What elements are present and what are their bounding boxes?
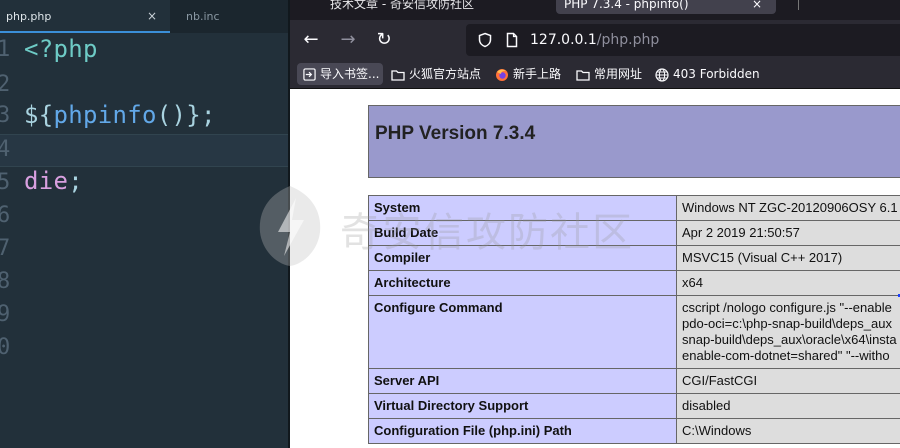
row-key: System bbox=[368, 195, 677, 221]
row-key: Virtual Directory Support bbox=[368, 393, 677, 419]
browser-tab-strip: 技术文章 - 奇安信攻防社区 PHP 7.3.4 - phpinfo() × bbox=[290, 0, 900, 20]
bookmark-common-sites[interactable]: 常用网址 bbox=[576, 63, 642, 85]
code-token: $ bbox=[24, 101, 39, 129]
line-number: 8 bbox=[0, 269, 11, 294]
row-value-line: cscript /nologo configure.js "--enable bbox=[682, 300, 892, 315]
line-number: 4 bbox=[0, 137, 11, 162]
editor-tab-label: php.php bbox=[6, 10, 52, 23]
row-value-line: enable-com-dotnet=shared" "--witho bbox=[682, 348, 890, 363]
browser-tab-label: 技术文章 - 奇安信攻防社区 bbox=[330, 0, 474, 11]
close-icon[interactable]: × bbox=[752, 0, 762, 10]
line-number: 7 bbox=[0, 236, 11, 261]
row-key: Server API bbox=[368, 368, 677, 394]
line-number: 5 bbox=[0, 170, 11, 195]
line-number: 0 bbox=[0, 335, 11, 360]
browser-window: 技术文章 - 奇安信攻防社区 PHP 7.3.4 - phpinfo() × ←… bbox=[290, 0, 900, 448]
firefox-icon bbox=[496, 68, 508, 81]
url-host: 127.0.0.1 bbox=[530, 32, 597, 48]
table-row: Compiler MSVC15 (Visual C++ 2017) bbox=[368, 245, 900, 271]
row-key: Configure Command bbox=[368, 295, 677, 369]
line-number: 9 bbox=[0, 302, 11, 327]
editor-tab-bar: php.php × nb.inc bbox=[0, 0, 288, 33]
row-value: C:\Windows bbox=[676, 418, 900, 444]
row-value: x64 bbox=[676, 270, 900, 296]
table-row: Architecture x64 bbox=[368, 270, 900, 296]
browser-tab-label: PHP 7.3.4 - phpinfo() bbox=[564, 0, 689, 11]
bookmark-getting-started[interactable]: 新手上路 bbox=[495, 63, 561, 85]
code-line-3[interactable]: ${phpinfo()}; bbox=[24, 101, 216, 129]
row-value: cscript /nologo configure.js "--enable p… bbox=[676, 295, 900, 369]
table-row: Build Date Apr 2 2019 21:50:57 bbox=[368, 220, 900, 246]
address-bar[interactable]: 127.0.0.1/php.php bbox=[466, 24, 900, 56]
back-button[interactable]: ← bbox=[299, 28, 323, 52]
bookmark-label: 常用网址 bbox=[594, 67, 643, 81]
line-number: 2 bbox=[0, 72, 11, 97]
code-token: }; bbox=[186, 101, 216, 129]
code-token: { bbox=[38, 101, 54, 129]
code-editor: php.php × nb.inc 1 2 3 4 5 6 7 8 9 0 <?p… bbox=[0, 0, 288, 448]
editor-tab-inc[interactable]: nb.inc bbox=[170, 0, 288, 33]
shield-icon[interactable] bbox=[477, 32, 493, 48]
row-value: disabled bbox=[676, 393, 900, 419]
bookmark-label: 403 Forbidden bbox=[673, 67, 760, 81]
table-row: Server API CGI/FastCGI bbox=[368, 368, 900, 394]
bookmark-403-forbidden[interactable]: 403 Forbidden bbox=[655, 63, 760, 85]
row-value: CGI/FastCGI bbox=[676, 368, 900, 394]
php-version-header: PHP Version 7.3.4 bbox=[368, 105, 900, 178]
phpinfo-table: System Windows NT ZGC-20120906OSY 6.1 bu… bbox=[368, 195, 900, 444]
editor-tab-label: nb.inc bbox=[186, 10, 220, 23]
current-line-highlight bbox=[0, 134, 288, 167]
browser-tab-articles[interactable]: 技术文章 - 奇安信攻防社区 bbox=[330, 0, 560, 14]
table-row: System Windows NT ZGC-20120906OSY 6.1 bu bbox=[368, 195, 900, 221]
tab-separator bbox=[798, 0, 799, 10]
page-icon[interactable] bbox=[504, 32, 520, 48]
navigation-toolbar: ← → ↻ 127.0.0.1/php.php bbox=[290, 20, 900, 60]
row-value-line: snap-build\deps_aux\oracle\x64\insta bbox=[682, 332, 897, 347]
bookmark-label: 新手上路 bbox=[513, 67, 562, 81]
forward-button[interactable]: → bbox=[336, 28, 360, 52]
code-token: () bbox=[156, 101, 187, 129]
row-value: Windows NT ZGC-20120906OSY 6.1 bu bbox=[676, 195, 900, 221]
globe-icon bbox=[655, 67, 669, 82]
row-value: Apr 2 2019 21:50:57 bbox=[676, 220, 900, 246]
row-key: Architecture bbox=[368, 270, 677, 296]
browser-tab-phpinfo[interactable]: PHP 7.3.4 - phpinfo() × bbox=[556, 0, 776, 14]
bookmark-import[interactable]: 导入书签... bbox=[297, 63, 383, 85]
bookmark-firefox-site[interactable]: 火狐官方站点 bbox=[391, 63, 481, 85]
line-number: 1 bbox=[0, 37, 11, 62]
folder-icon bbox=[391, 69, 405, 81]
code-line-5[interactable]: die; bbox=[24, 167, 83, 195]
bookmark-label: 火狐官方站点 bbox=[409, 67, 482, 81]
import-icon bbox=[303, 68, 316, 81]
row-key: Build Date bbox=[368, 220, 677, 246]
code-token-function: phpinfo bbox=[53, 101, 157, 129]
row-value: MSVC15 (Visual C++ 2017) bbox=[676, 245, 900, 271]
url-text[interactable]: 127.0.0.1/php.php bbox=[530, 24, 659, 56]
row-key: Configuration File (php.ini) Path bbox=[368, 418, 677, 444]
url-path: /php.php bbox=[596, 32, 660, 48]
table-row: Configure Command cscript /nologo config… bbox=[368, 295, 900, 369]
bookmark-label: 导入书签... bbox=[320, 67, 380, 81]
code-line-1[interactable]: <?php bbox=[24, 35, 98, 63]
table-row: Virtual Directory Support disabled bbox=[368, 393, 900, 419]
code-token: ; bbox=[68, 167, 83, 195]
table-row: Configuration File (php.ini) Path C:\Win… bbox=[368, 418, 900, 444]
line-number: 6 bbox=[0, 203, 11, 228]
php-version-title: PHP Version 7.3.4 bbox=[375, 123, 536, 144]
close-icon[interactable]: × bbox=[147, 0, 157, 33]
bookmarks-toolbar: 导入书签... 火狐官方站点 新手上路 常用网址 403 Forbidden bbox=[290, 60, 900, 89]
reload-button[interactable]: ↻ bbox=[372, 28, 396, 52]
code-token-keyword: die bbox=[24, 167, 69, 195]
php-open-tag: <?php bbox=[24, 35, 98, 63]
line-number: 3 bbox=[0, 103, 11, 128]
row-value-line: pdo-oci=c:\php-snap-build\deps_aux bbox=[682, 316, 892, 331]
folder-icon bbox=[576, 69, 590, 81]
row-key: Compiler bbox=[368, 245, 677, 271]
editor-tab-php[interactable]: php.php × bbox=[0, 0, 170, 33]
